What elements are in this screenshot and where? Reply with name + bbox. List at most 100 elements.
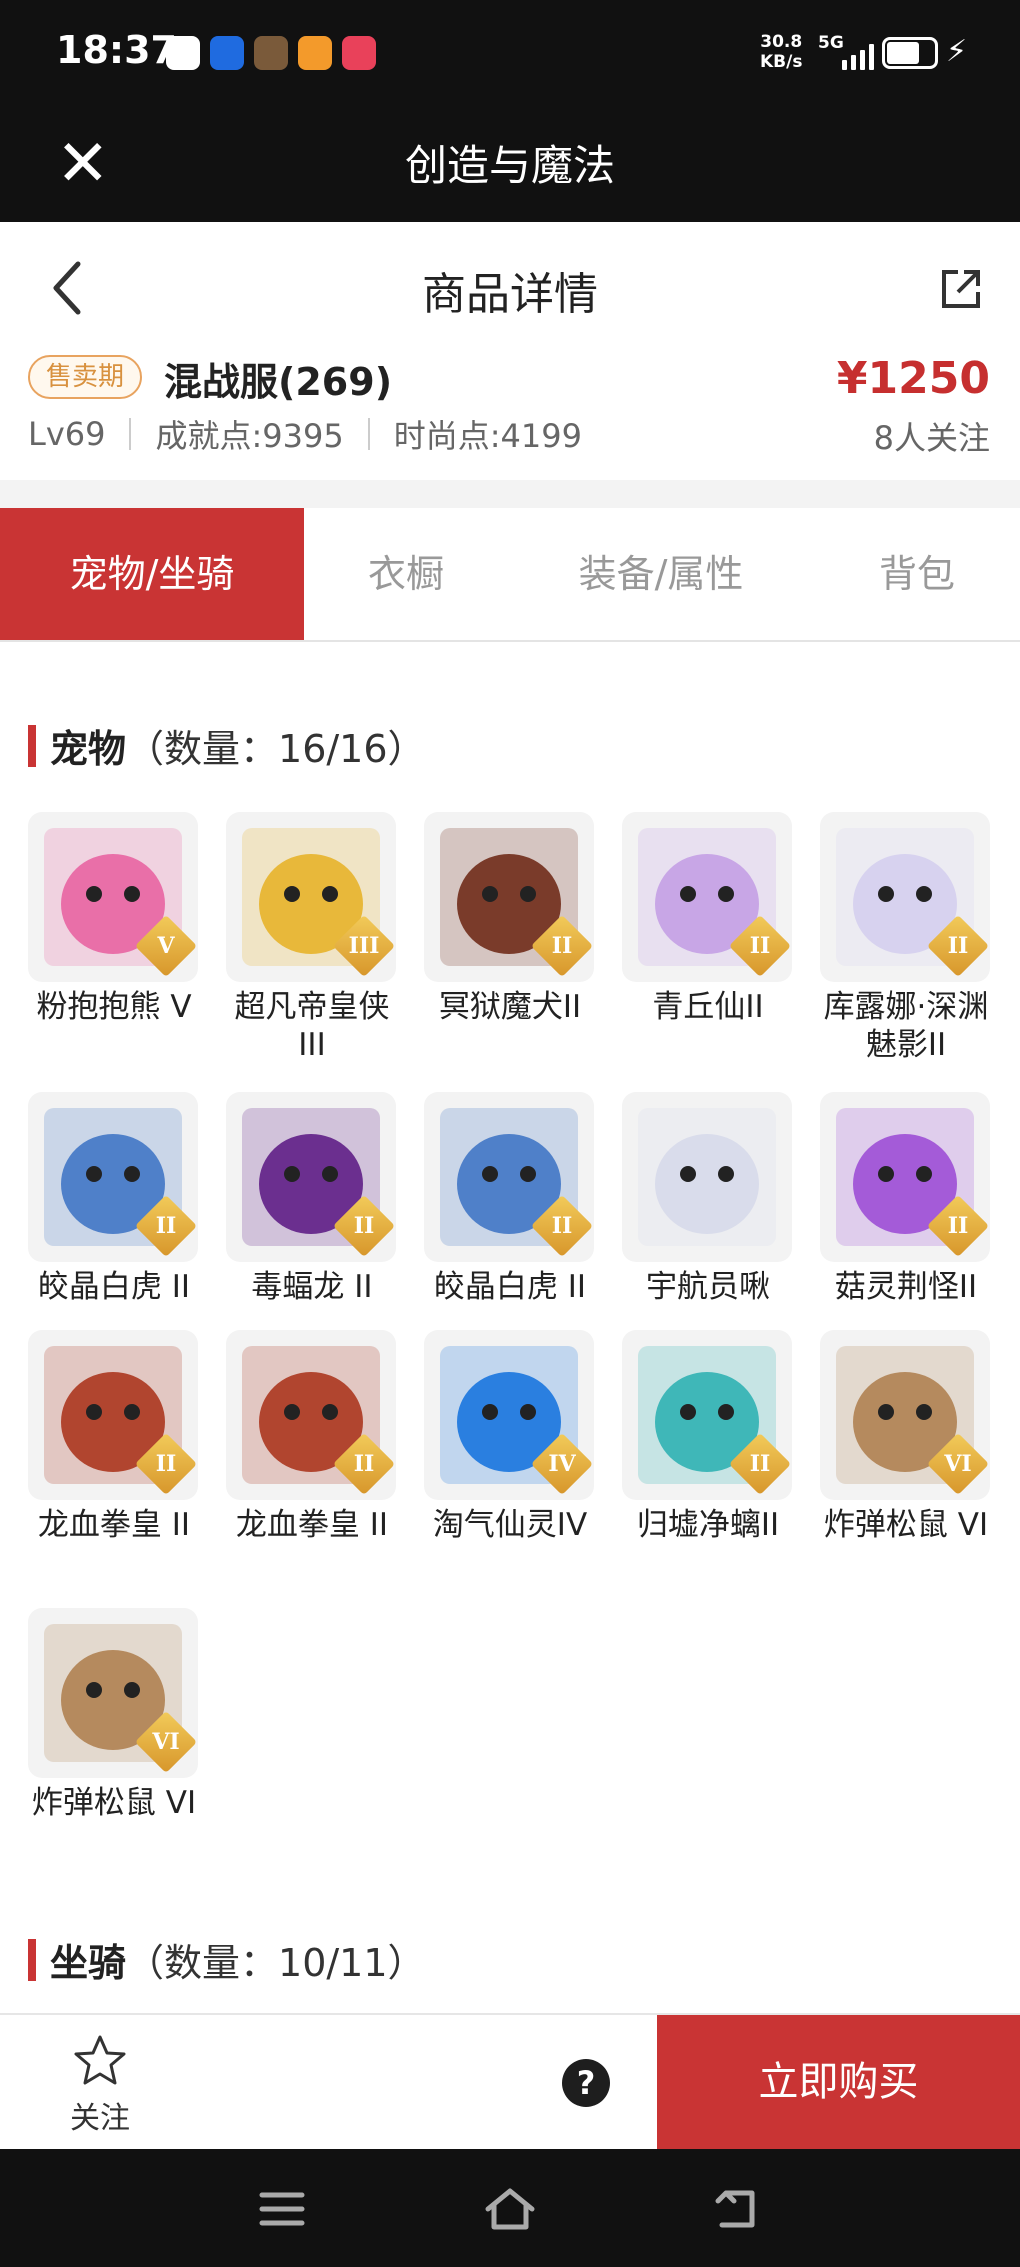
share-icon[interactable] [938, 266, 984, 312]
pet-thumbnail: II [226, 1092, 396, 1262]
pet-item[interactable]: II 龙血拳皇 II [226, 1330, 398, 1544]
page-header: 商品详情 [0, 222, 1020, 357]
pet-item[interactable]: VI 炸弹松鼠 VI [28, 1608, 200, 1822]
pet-item[interactable]: IV 淘气仙灵IV [424, 1330, 596, 1544]
pet-name: 冥狱魔犬II [438, 989, 582, 1025]
pet-portrait [638, 1108, 776, 1246]
pet-thumbnail: VI [820, 1330, 990, 1500]
tab-wardrobe[interactable]: 衣橱 [304, 508, 508, 640]
pet-item[interactable]: II 归墟净螭II [622, 1330, 794, 1544]
pet-item[interactable]: II 毒蝠龙 II [226, 1092, 398, 1306]
signal-icon [842, 40, 874, 70]
price: ¥1250 [836, 353, 990, 404]
tab-pets-mounts[interactable]: 宠物/坐骑 [0, 508, 304, 640]
pet-name: 粉抱抱熊 V [36, 989, 192, 1025]
pet-name: 皎晶白虎 II [433, 1269, 587, 1305]
rank-badge-text: II [353, 1451, 375, 1477]
server-name: 混战服(269) [164, 360, 393, 404]
pet-item[interactable]: 宇航员啾 [622, 1092, 794, 1306]
app-bar: ✕ 创造与魔法 [0, 110, 1020, 222]
pet-thumbnail: III [226, 812, 396, 982]
pet-name: 青丘仙II [652, 989, 764, 1025]
home-icon[interactable] [480, 2179, 540, 2239]
pet-name: 菇灵荆怪II [834, 1269, 978, 1305]
section-marker [28, 1938, 36, 1981]
browser-icon [210, 36, 244, 70]
rank-badge-text: II [155, 1451, 177, 1477]
product-summary: 售卖期 混战服(269) ¥1250 Lv69 成就点:9395 时尚点:419… [0, 345, 1020, 480]
pet-thumbnail: IV [424, 1330, 594, 1500]
qq-icon [166, 36, 200, 70]
net-speed: 30.8 KB/s [760, 32, 802, 72]
pet-thumbnail: II [226, 1330, 396, 1500]
pet-name: 库露娜·深渊魅影II [823, 989, 989, 1063]
pet-item[interactable]: II 库露娜·深渊魅影II [820, 812, 992, 1064]
pet-item[interactable]: II 菇灵荆怪II [820, 1092, 992, 1306]
pet-name: 皎晶白虎 II [37, 1269, 191, 1305]
video-icon [342, 36, 376, 70]
pet-name: 毒蝠龙 II [251, 1269, 373, 1305]
section-count: （数量：16/16） [126, 727, 426, 771]
rank-badge-text: II [749, 933, 771, 959]
pet-thumbnail: II [424, 812, 594, 982]
rank-badge-text: III [348, 933, 380, 959]
favorite-label: 关注 [70, 2101, 130, 2136]
pet-thumbnail: II [28, 1330, 198, 1500]
pet-thumbnail: II [28, 1092, 198, 1262]
page-title: 商品详情 [422, 269, 598, 320]
pet-item[interactable]: II 皎晶白虎 II [28, 1092, 200, 1306]
divider [367, 418, 370, 450]
pet-item[interactable]: II 青丘仙II [622, 812, 794, 1026]
rank-badge-text: II [551, 933, 573, 959]
help-icon[interactable]: ? [562, 2059, 610, 2107]
pet-thumbnail: II [622, 812, 792, 982]
favorite-button[interactable]: 关注 [60, 2033, 140, 2137]
pet-item[interactable]: V 粉抱抱熊 V [28, 812, 200, 1026]
tab-backpack[interactable]: 背包 [814, 508, 1020, 640]
pet-name: 炸弹松鼠 VI [31, 1785, 197, 1821]
rank-badge-text: II [749, 1451, 771, 1477]
pet-item[interactable]: VI 炸弹松鼠 VI [820, 1330, 992, 1544]
pet-name: 归墟净螭II [636, 1507, 780, 1543]
status-time: 18:37 [56, 28, 177, 72]
pets-section-title: 宠物 （数量：16/16） [28, 718, 426, 773]
rank-badge-text: VI [944, 1451, 972, 1477]
pet-item[interactable]: II 冥狱魔犬II [424, 812, 596, 1026]
buy-now-button[interactable]: 立即购买 [657, 2015, 1020, 2149]
bottom-action-bar: 关注 ? 立即购买 [0, 2013, 1020, 2149]
back-icon[interactable] [708, 2179, 768, 2239]
pet-thumbnail [622, 1092, 792, 1262]
notification-icons [166, 36, 376, 70]
status-badge: 售卖期 [28, 355, 143, 399]
net-speed-unit: KB/s [760, 52, 803, 72]
rank-badge-text: II [353, 1213, 375, 1239]
pet-item[interactable]: II 龙血拳皇 II [28, 1330, 200, 1544]
rank-badge-text: II [947, 933, 969, 959]
tab-bar: 宠物/坐骑 衣橱 装备/属性 背包 [0, 508, 1020, 642]
menu-icon[interactable] [252, 2179, 312, 2239]
section-count: （数量：10/11） [126, 1941, 426, 1985]
pet-thumbnail: V [28, 812, 198, 982]
pet-thumbnail: II [424, 1092, 594, 1262]
pet-thumbnail: II [622, 1330, 792, 1500]
pet-thumbnail: II [820, 1092, 990, 1262]
pet-item[interactable]: III 超凡帝皇侠 III [226, 812, 398, 1064]
tab-equipment[interactable]: 装备/属性 [508, 508, 814, 640]
mounts-section-title: 坐骑 （数量：10/11） [28, 1932, 426, 1987]
pet-name: 宇航员啾 [646, 1269, 770, 1305]
section-name: 宠物 [50, 727, 127, 771]
net-speed-value: 30.8 [760, 32, 803, 52]
rank-badge-text: VI [152, 1729, 180, 1755]
account-meta: Lv69 成就点:9395 时尚点:4199 [28, 411, 582, 457]
pet-name: 淘气仙灵IV [432, 1507, 588, 1543]
section-name: 坐骑 [50, 1941, 127, 1985]
pet-item[interactable]: II 皎晶白虎 II [424, 1092, 596, 1306]
rank-badge-text: V [157, 933, 175, 959]
star-icon [74, 2035, 126, 2085]
section-marker [28, 724, 36, 767]
pet-name: 龙血拳皇 II [235, 1507, 389, 1543]
rank-badge-text: II [947, 1213, 969, 1239]
pet-thumbnail: II [820, 812, 990, 982]
battery-icon [882, 37, 938, 69]
pet-thumbnail: VI [28, 1608, 198, 1778]
